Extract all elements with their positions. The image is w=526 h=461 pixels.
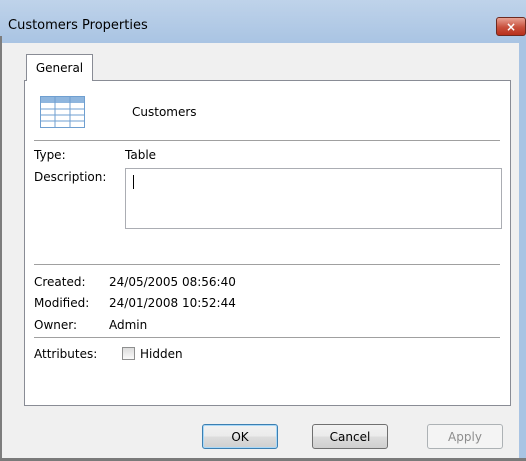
- divider: [34, 337, 500, 338]
- owner-value: Admin: [109, 318, 148, 332]
- tab-label: General: [35, 61, 84, 75]
- modified-label: Modified:: [34, 296, 90, 310]
- window-frame-right: [519, 36, 526, 461]
- table-icon: [40, 96, 85, 128]
- type-value: Table: [125, 148, 157, 162]
- modified-value: 24/01/2008 10:52:44: [109, 296, 236, 310]
- attributes-label: Attributes:: [34, 347, 98, 361]
- title-bar[interactable]: Customers Properties ×: [0, 0, 526, 43]
- created-label: Created:: [34, 275, 86, 289]
- description-field[interactable]: [125, 168, 502, 229]
- tab-general[interactable]: General: [26, 54, 93, 81]
- description-label: Description:: [34, 170, 107, 184]
- close-icon: ×: [505, 19, 517, 34]
- object-name: Customers: [132, 105, 197, 119]
- ok-button[interactable]: OK: [202, 424, 278, 449]
- properties-dialog: Customers Properties × General Customers…: [0, 0, 526, 461]
- hidden-checkbox-label[interactable]: Hidden: [140, 347, 183, 361]
- window-title: Customers Properties: [8, 18, 148, 33]
- type-label: Type:: [34, 148, 66, 162]
- created-value: 24/05/2005 08:56:40: [109, 275, 236, 289]
- window-frame-left: [0, 36, 2, 458]
- hidden-checkbox[interactable]: [122, 347, 135, 360]
- close-button[interactable]: ×: [496, 17, 526, 36]
- divider: [34, 264, 500, 265]
- apply-button[interactable]: Apply: [427, 424, 503, 449]
- text-caret: [133, 175, 134, 189]
- divider: [34, 140, 500, 141]
- cancel-button[interactable]: Cancel: [312, 424, 388, 449]
- owner-label: Owner:: [34, 318, 78, 332]
